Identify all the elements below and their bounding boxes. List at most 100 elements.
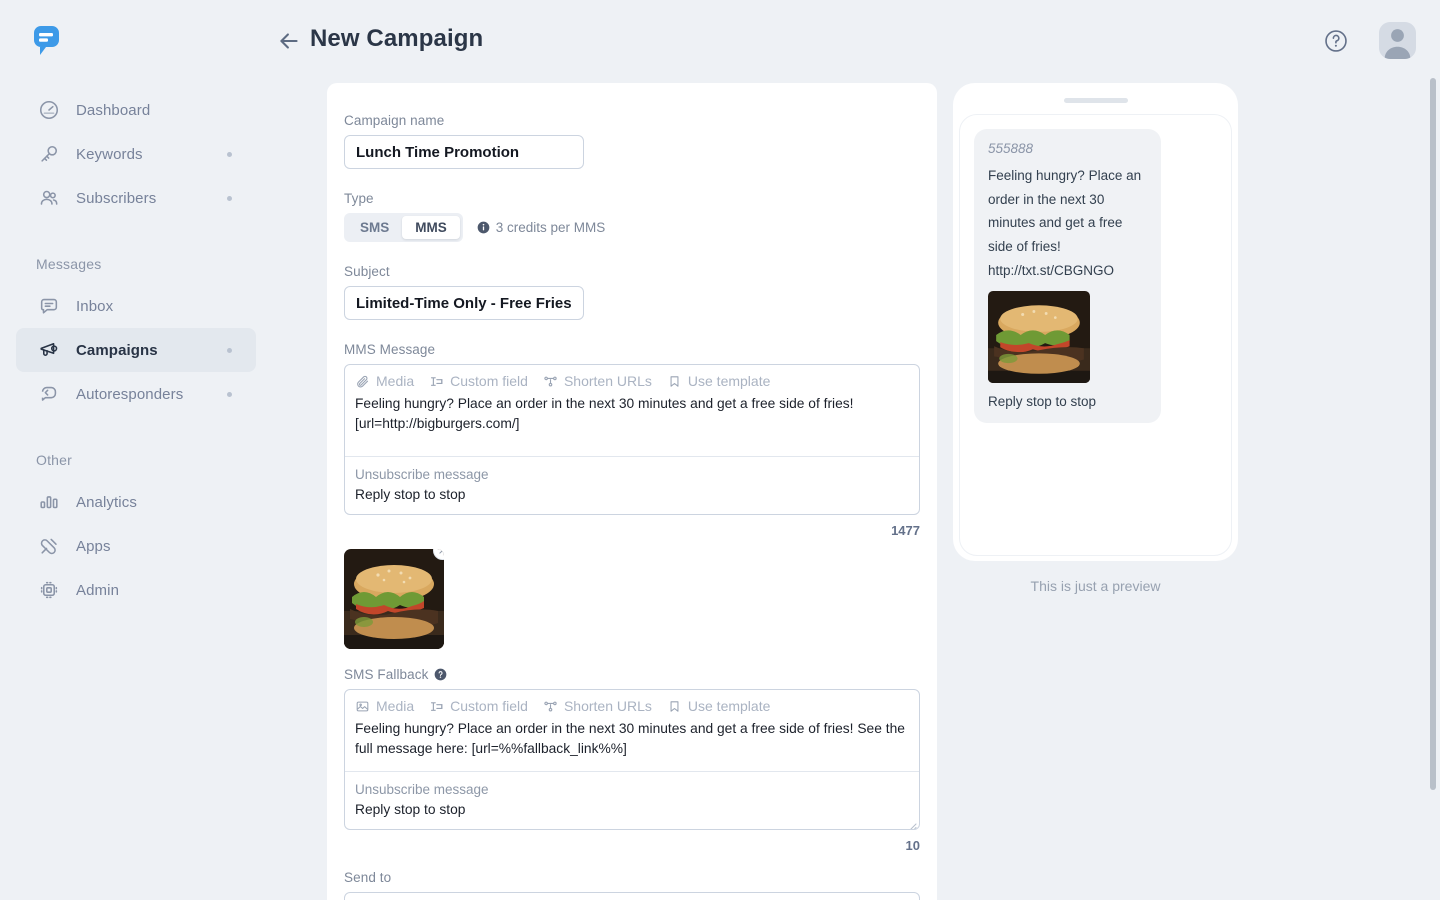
info-icon bbox=[477, 221, 490, 234]
sms-fallback-label: SMS Fallback bbox=[344, 667, 428, 682]
type-option-mms[interactable]: MMS bbox=[402, 216, 460, 239]
sms-fallback-textarea[interactable]: Feeling hungry? Place an order in the ne… bbox=[345, 719, 919, 771]
phone-speaker bbox=[1064, 98, 1128, 103]
campaign-form-card: Campaign name Lunch Time Promotion Type … bbox=[327, 83, 937, 900]
campaign-name-input[interactable]: Lunch Time Promotion bbox=[344, 135, 584, 169]
tool-label: Shorten URLs bbox=[564, 373, 652, 389]
custom-field-icon bbox=[429, 374, 444, 389]
fallback-unsubscribe-label: Unsubscribe message bbox=[355, 782, 909, 797]
message-bubble: 555888 Feeling hungry? Place an order in… bbox=[974, 129, 1161, 423]
mms-media-button[interactable]: Media bbox=[355, 373, 414, 389]
reply-loop-icon bbox=[36, 381, 62, 407]
mms-char-count: 1477 bbox=[344, 523, 920, 538]
send-to-select[interactable]: Select... bbox=[344, 892, 920, 900]
top-header: New Campaign bbox=[272, 0, 1440, 80]
fallback-char-count: 10 bbox=[344, 838, 920, 853]
users-icon bbox=[36, 185, 62, 211]
type-label: Type bbox=[344, 191, 920, 206]
preview-panel: 555888 Feeling hungry? Place an order in… bbox=[953, 83, 1238, 594]
sidebar-item-dot bbox=[227, 348, 232, 353]
fallback-custom-field-button[interactable]: Custom field bbox=[429, 698, 528, 714]
sidebar-item-dot bbox=[227, 196, 232, 201]
sidebar-item-admin[interactable]: Admin bbox=[16, 568, 256, 612]
mms-unsubscribe-label: Unsubscribe message bbox=[355, 467, 909, 482]
chat-icon bbox=[36, 293, 62, 319]
custom-field-icon bbox=[429, 699, 444, 714]
user-avatar[interactable] bbox=[1379, 22, 1416, 59]
send-to-label: Send to bbox=[344, 870, 920, 885]
credit-note-text: 3 credits per MMS bbox=[496, 220, 606, 235]
bookmark-icon bbox=[667, 374, 682, 389]
sidebar-item-autoresponders[interactable]: Autoresponders bbox=[16, 372, 256, 416]
mms-use-template-button[interactable]: Use template bbox=[667, 373, 770, 389]
sidebar-section-other: Other bbox=[0, 452, 272, 468]
bubble-line-4: side of fries! bbox=[988, 235, 1147, 259]
sidebar-item-dot bbox=[227, 152, 232, 157]
page-scrollbar[interactable] bbox=[1430, 78, 1436, 790]
type-option-sms[interactable]: SMS bbox=[347, 216, 402, 239]
tool-label: Media bbox=[376, 698, 414, 714]
sms-fallback-composer[interactable]: Media Custom field Shorten URLs bbox=[344, 689, 920, 830]
mms-custom-field-button[interactable]: Custom field bbox=[429, 373, 528, 389]
link-icon bbox=[543, 699, 558, 714]
tool-label: Use template bbox=[688, 698, 770, 714]
fallback-unsubscribe-value[interactable]: Reply stop to stop bbox=[355, 802, 909, 817]
sidebar-item-keywords[interactable]: Keywords bbox=[16, 132, 256, 176]
sidebar-item-subscribers[interactable]: Subscribers bbox=[16, 176, 256, 220]
sidebar-item-label: Dashboard bbox=[76, 102, 150, 119]
sidebar-item-campaigns[interactable]: Campaigns bbox=[16, 328, 256, 372]
mms-shorten-urls-button[interactable]: Shorten URLs bbox=[543, 373, 652, 389]
sidebar-item-label: Campaigns bbox=[76, 342, 158, 359]
bubble-sender: 555888 bbox=[988, 141, 1147, 156]
sidebar-item-label: Autoresponders bbox=[76, 386, 183, 403]
bubble-url: http://txt.st/CBGNGO bbox=[988, 259, 1147, 283]
bubble-line-3: minutes and get a free bbox=[988, 211, 1147, 235]
type-toggle[interactable]: SMS MMS bbox=[344, 213, 463, 242]
sidebar-item-label: Keywords bbox=[76, 146, 143, 163]
resize-handle[interactable] bbox=[908, 818, 917, 827]
back-button[interactable] bbox=[276, 28, 302, 54]
bubble-line-1: Feeling hungry? Place an bbox=[988, 164, 1147, 188]
question-circle-icon[interactable] bbox=[1323, 28, 1349, 54]
plug-icon bbox=[36, 533, 62, 559]
phone-frame: 555888 Feeling hungry? Place an order in… bbox=[953, 83, 1238, 561]
fallback-media-button[interactable]: Media bbox=[355, 698, 414, 714]
speedometer-icon bbox=[36, 97, 62, 123]
paperclip-icon bbox=[355, 374, 370, 389]
sidebar-item-label: Admin bbox=[76, 582, 119, 599]
campaign-name-label: Campaign name bbox=[344, 113, 920, 128]
image-icon bbox=[355, 699, 370, 714]
sidebar-section-messages: Messages bbox=[0, 256, 272, 272]
media-attachment-thumbnail[interactable] bbox=[344, 549, 444, 649]
chip-icon bbox=[36, 577, 62, 603]
link-icon bbox=[543, 374, 558, 389]
phone-screen: 555888 Feeling hungry? Place an order in… bbox=[959, 114, 1232, 556]
message-bubble-logo[interactable] bbox=[30, 25, 63, 58]
tool-label: Custom field bbox=[450, 373, 528, 389]
tool-label: Use template bbox=[688, 373, 770, 389]
sidebar-item-dot bbox=[227, 392, 232, 397]
bubble-line-2: order in the next 30 bbox=[988, 188, 1147, 212]
sidebar-item-dashboard[interactable]: Dashboard bbox=[16, 88, 256, 132]
mms-unsubscribe-value[interactable]: Reply stop to stop bbox=[355, 487, 909, 502]
credit-note: 3 credits per MMS bbox=[477, 220, 606, 235]
mms-message-textarea[interactable]: Feeling hungry? Place an order in the ne… bbox=[345, 394, 919, 456]
mms-composer[interactable]: Media Custom field Shorten URLs bbox=[344, 364, 920, 515]
sidebar-item-analytics[interactable]: Analytics bbox=[16, 480, 256, 524]
subject-input[interactable]: Limited-Time Only - Free Fries bbox=[344, 286, 584, 320]
mms-unsubscribe-block: Unsubscribe message Reply stop to stop bbox=[345, 457, 919, 514]
mms-message-label: MMS Message bbox=[344, 342, 920, 357]
sms-fallback-toolbar: Media Custom field Shorten URLs bbox=[345, 690, 919, 719]
sms-fallback-help-icon[interactable] bbox=[434, 668, 447, 681]
tool-label: Media bbox=[376, 373, 414, 389]
sidebar-item-label: Apps bbox=[76, 538, 111, 555]
preview-note: This is just a preview bbox=[953, 578, 1238, 594]
fallback-use-template-button[interactable]: Use template bbox=[667, 698, 770, 714]
fallback-shorten-urls-button[interactable]: Shorten URLs bbox=[543, 698, 652, 714]
key-icon bbox=[36, 141, 62, 167]
sidebar-item-inbox[interactable]: Inbox bbox=[16, 284, 256, 328]
sidebar-item-apps[interactable]: Apps bbox=[16, 524, 256, 568]
megaphone-icon bbox=[36, 337, 62, 363]
tool-label: Custom field bbox=[450, 698, 528, 714]
sidebar-item-label: Inbox bbox=[76, 298, 113, 315]
